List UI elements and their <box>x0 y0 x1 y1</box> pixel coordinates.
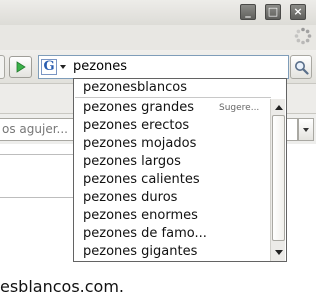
tab-strip <box>0 25 316 50</box>
magnifier-icon <box>295 61 309 75</box>
suggestion-item[interactable]: pezones enormes <box>75 207 271 225</box>
suggestion-item[interactable]: pezones grandes Sugere... <box>75 99 271 117</box>
toolbar-combo-dropdown-button[interactable] <box>298 118 314 141</box>
suggestion-item[interactable]: pezones largos <box>75 153 271 171</box>
suggestion-item[interactable]: pezones gigantes <box>75 243 271 261</box>
suggestion-item[interactable]: pezones de famo... <box>75 225 271 243</box>
dropmarker-button[interactable] <box>0 55 5 79</box>
content-divider <box>0 154 75 155</box>
go-button[interactable] <box>9 56 32 78</box>
go-arrow-icon <box>16 61 26 73</box>
scroll-down-arrow-icon <box>275 250 283 255</box>
close-button[interactable]: × <box>290 4 306 20</box>
suggestions-scrollbar[interactable] <box>270 99 285 261</box>
search-button[interactable] <box>290 55 312 79</box>
scroll-up-arrow-icon <box>275 105 283 110</box>
page-text-url[interactable]: esblancos.com. <box>0 277 124 296</box>
chevron-down-icon <box>303 128 309 132</box>
google-engine-icon[interactable]: G <box>41 59 57 75</box>
scroll-down-button[interactable] <box>272 247 285 259</box>
search-suggestions-popup: pezonesblancos pezones grandes Sugere...… <box>73 78 287 262</box>
suggestion-item[interactable]: pezones erectos <box>75 117 271 135</box>
suggestion-hint: Sugere... <box>219 103 260 113</box>
suggestion-item[interactable]: pezones calientes <box>75 171 271 189</box>
scroll-up-button[interactable] <box>272 101 285 113</box>
search-bar[interactable]: G pezones <box>38 55 289 79</box>
search-input[interactable]: pezones <box>73 58 127 76</box>
maximize-button[interactable]: □ <box>265 4 281 20</box>
throbber-icon <box>294 27 312 45</box>
suggestion-item[interactable]: pezones mojados <box>75 135 271 153</box>
suggestion-label: pezones grandes <box>83 100 194 115</box>
content-divider <box>0 197 75 198</box>
suggestion-item[interactable]: pezones duros <box>75 189 271 207</box>
suggestion-item[interactable]: pezonesblancos <box>75 79 271 98</box>
scroll-thumb[interactable] <box>272 115 285 241</box>
engine-dropdown-arrow-icon[interactable] <box>60 65 66 69</box>
find-input[interactable]: os agujer... <box>0 118 82 141</box>
minimize-button[interactable]: _ <box>240 4 256 20</box>
